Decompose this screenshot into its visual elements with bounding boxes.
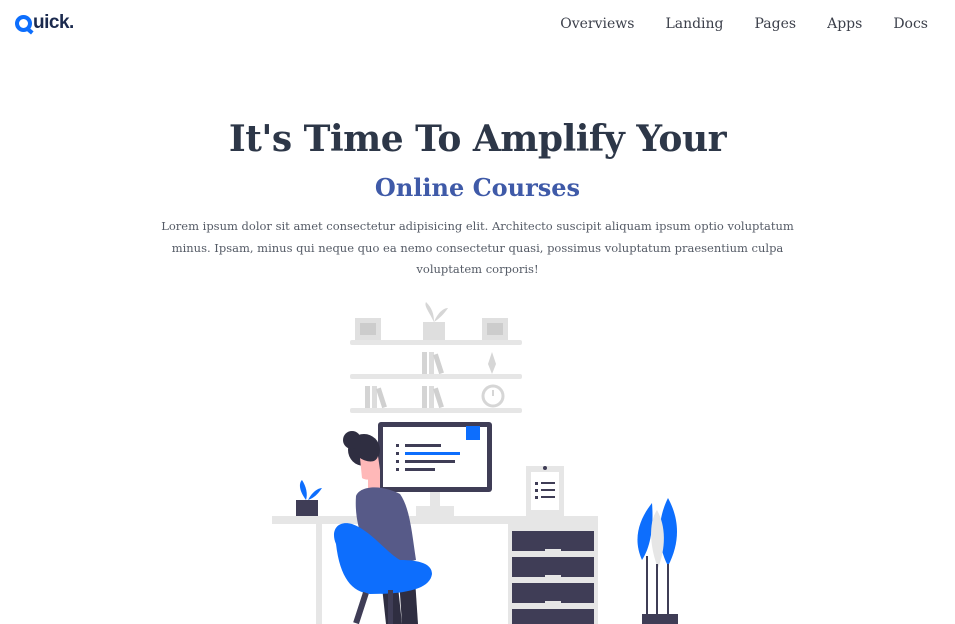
floor-plant [637, 498, 678, 624]
nav-item-landing[interactable]: Landing [665, 16, 723, 32]
brand-logo[interactable]: uick. [15, 12, 74, 34]
main-nav: Overviews Landing Pages Apps Docs [529, 16, 928, 32]
hero-title: It's Time To Amplify Your [228, 118, 727, 160]
nav-item-overviews[interactable]: Overviews [560, 16, 634, 32]
desk-plant [296, 480, 322, 516]
desk-top [272, 516, 598, 524]
logo-text: uick. [33, 12, 74, 33]
nav-item-apps[interactable]: Apps [827, 16, 862, 32]
clipboard [526, 466, 564, 516]
nav-item-pages[interactable]: Pages [755, 16, 797, 32]
hero-subtitle: Online Courses [374, 173, 581, 202]
bookshelf [350, 302, 522, 413]
nav-item-docs[interactable]: Docs [893, 16, 928, 32]
woman-at-desk-illustration [272, 302, 678, 624]
logo-q-icon [15, 14, 32, 32]
hero-description: Lorem ipsum dolor sit amet consectetur a… [161, 219, 794, 276]
drawer-cabinet [508, 524, 598, 624]
navbar: uick. Overviews Landing Pages Apps Docs [0, 0, 955, 52]
